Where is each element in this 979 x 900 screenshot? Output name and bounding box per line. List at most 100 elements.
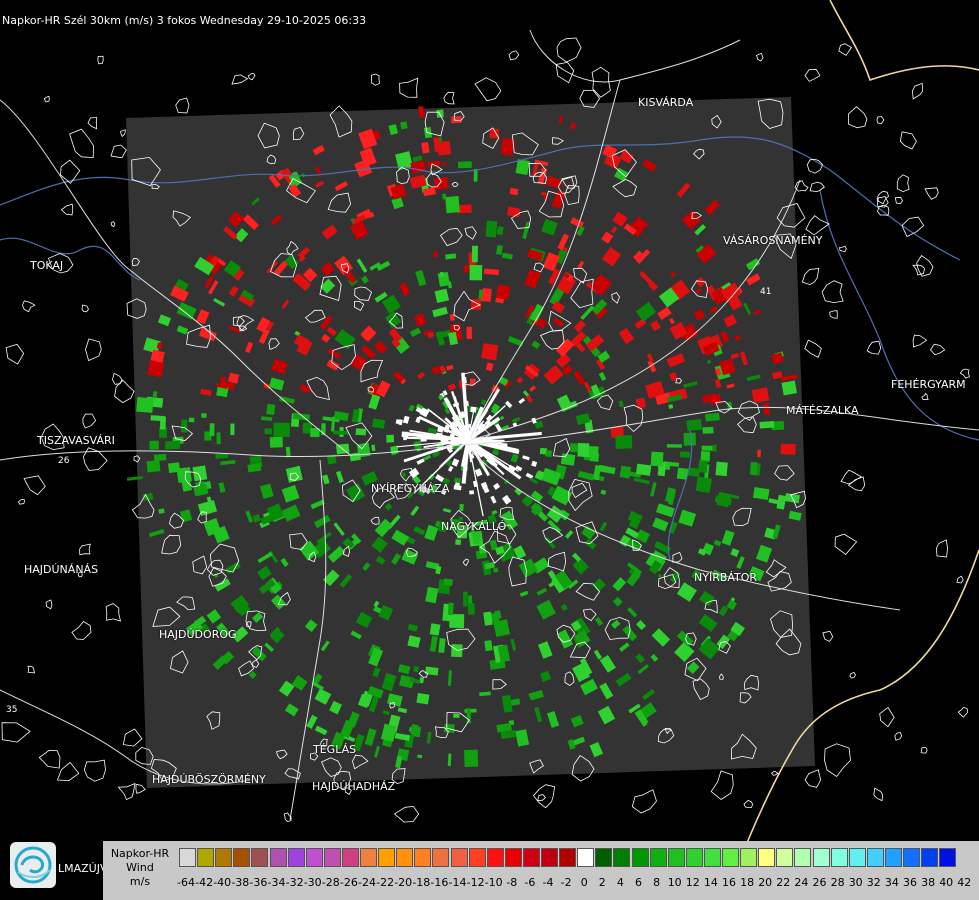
radar-echo [192, 465, 208, 482]
legend-swatch [305, 848, 323, 867]
legend-swatch [269, 848, 287, 867]
radar-echo [442, 193, 447, 200]
radar-echo [463, 591, 468, 607]
map-title: Napkor-HR Szél 30km (m/s) 3 fokos Wednes… [2, 14, 367, 27]
radar-echo [615, 435, 633, 449]
radar-echo [442, 161, 447, 166]
road-number-26: 26 [58, 456, 70, 466]
radar-echo [701, 445, 713, 451]
radar-echo [467, 603, 475, 615]
radar-echo [688, 467, 701, 477]
legend-swatches [179, 848, 975, 868]
radar-echo [466, 326, 472, 340]
radar-echo [481, 288, 492, 302]
legend-swatch [921, 848, 939, 867]
radar-echo [201, 413, 207, 418]
radar-echo [417, 754, 423, 759]
radar-echo [781, 380, 798, 396]
radar-echo [577, 443, 590, 457]
city-label-teglas: TÉGLÁS [313, 743, 357, 756]
radar-echo [759, 420, 775, 429]
legend-swatch [685, 848, 703, 867]
radar-echo [355, 428, 367, 436]
legend-swatch [179, 848, 196, 867]
legend-swatch [758, 848, 776, 867]
radar-echo [403, 432, 407, 441]
city-label-fehergyarmat: FEHÉRGYARM [891, 378, 966, 391]
city-label-mateszalka: MÁTÉSZALKA [786, 404, 859, 417]
radar-echo [216, 432, 221, 445]
radar-echo [496, 226, 504, 236]
legend-swatch [703, 848, 721, 867]
legend-swatch [323, 848, 341, 867]
legend-swatch [251, 848, 269, 867]
radar-map: 26 41 35 [0, 0, 979, 900]
legend-swatch [341, 848, 359, 867]
radar-echo [780, 443, 796, 455]
radar-echo [416, 692, 430, 705]
legend-swatch [197, 848, 215, 867]
radar-echo [181, 419, 188, 433]
radar-echo [168, 462, 181, 473]
radar-echo [136, 397, 154, 413]
radar-echo [264, 428, 273, 435]
radar-echo [215, 453, 229, 459]
radar-echo [436, 109, 444, 118]
radar-echo [152, 391, 158, 398]
radar-echo [429, 623, 441, 636]
legend-swatch [468, 848, 486, 867]
radar-echo [464, 749, 479, 767]
radar-echo [445, 196, 460, 214]
legend-title-line: Napkor-HR [110, 847, 170, 860]
radar-echo [386, 434, 395, 443]
radar-echo [463, 265, 469, 273]
radar-echo [269, 436, 283, 448]
legend-title-line: Wind [126, 861, 154, 874]
road-number-41: 41 [760, 287, 771, 297]
legend-swatch [812, 848, 830, 867]
radar-echo [695, 476, 712, 493]
radar-echo [165, 440, 181, 450]
legend-swatch [559, 848, 577, 867]
legend-swatch [866, 848, 884, 867]
radar-echo [481, 343, 499, 361]
legend-swatch [776, 848, 794, 867]
legend-swatch [649, 848, 667, 867]
radar-echo [444, 723, 455, 733]
radar-echo [273, 422, 290, 437]
radar-echo [757, 449, 761, 458]
legend-swatch [486, 848, 504, 867]
radar-echo [686, 419, 702, 431]
radar-echo [146, 460, 161, 473]
city-label-tokaj: TOKAJ [30, 259, 64, 272]
radar-echo [159, 416, 166, 430]
radar-echo [700, 450, 711, 462]
radar-echo [569, 443, 578, 453]
radar-echo [471, 245, 478, 263]
legend-swatch [233, 848, 251, 867]
legend-swatch [794, 848, 812, 867]
city-label-hajdunanas: HAJDÚNÁNÁS [24, 563, 99, 576]
radar-echo [495, 284, 511, 301]
legend-swatch [522, 848, 540, 867]
radar-echo [230, 423, 235, 436]
legend-swatch [740, 848, 758, 867]
radar-echo [147, 360, 165, 378]
city-label-tiszavasvari: TISZAVASVÁRI [37, 434, 115, 447]
napkor-logo-icon [10, 842, 56, 888]
road-number-35: 35 [6, 705, 17, 715]
radar-echo [453, 713, 460, 718]
legend-swatch [595, 848, 613, 867]
radar-echo [679, 451, 691, 458]
legend-swatch [215, 848, 233, 867]
legend-title: Napkor-HR Wind m/s [105, 847, 175, 889]
radar-echo [471, 531, 482, 545]
legend-labels: -64 -42 -40 -38 -36 -34 -32 -30 -28 -26 -24 -22 -20-… [177, 876, 979, 892]
legend-title-line: m/s [129, 875, 151, 888]
legend-swatch [903, 848, 920, 867]
radar-echo [702, 426, 714, 434]
legend-swatch [396, 848, 414, 867]
radar-echo [469, 264, 483, 281]
city-label-nyiregyhaza: NYÍREGYHÁZA [371, 482, 450, 495]
legend-swatch [939, 848, 957, 867]
